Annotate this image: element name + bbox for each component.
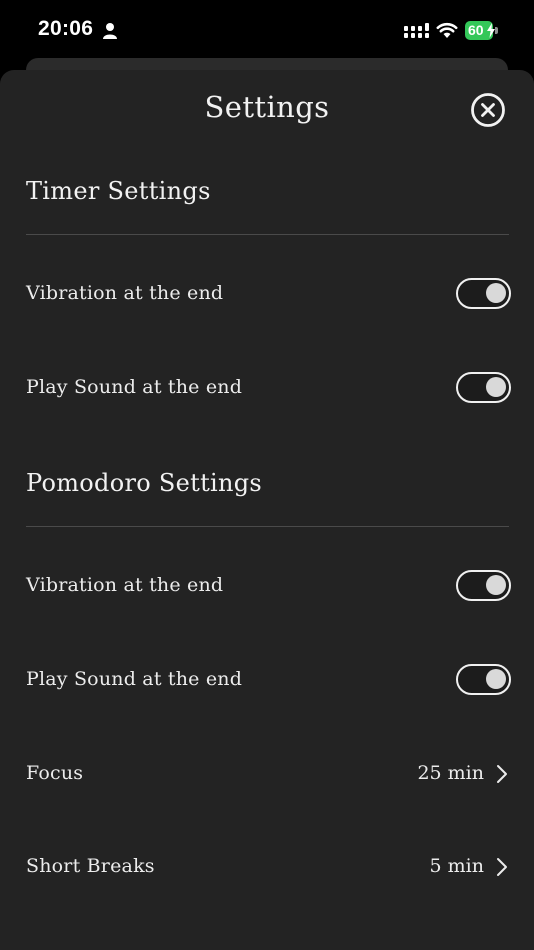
timer-sound-toggle[interactable]: [456, 372, 511, 403]
pomodoro-settings-header: Pomodoro Settings: [26, 469, 263, 497]
battery-tip: [495, 27, 498, 34]
close-circle-icon[interactable]: [470, 92, 506, 128]
row-label: Play Sound at the end: [26, 668, 243, 690]
signal-icon: [404, 23, 429, 38]
row-label: Play Sound at the end: [26, 376, 243, 398]
timer-settings-header: Timer Settings: [26, 177, 211, 205]
timer-vibration-toggle[interactable]: [456, 278, 511, 309]
pomodoro-sound-row: Play Sound at the end: [0, 650, 534, 710]
timer-sound-row: Play Sound at the end: [0, 358, 534, 418]
pomodoro-vibration-row: Vibration at the end: [0, 556, 534, 616]
sheet-title: Settings: [204, 90, 330, 124]
row-label: Vibration at the end: [26, 574, 224, 596]
chevron-right-icon: [497, 858, 507, 876]
pomodoro-vibration-toggle[interactable]: [456, 570, 511, 601]
toggle-knob: [486, 377, 506, 397]
toggle-knob: [486, 669, 506, 689]
pomodoro-sound-toggle[interactable]: [456, 664, 511, 695]
battery-charging-icon: 60: [465, 21, 498, 40]
focus-value: 25 min: [417, 762, 484, 784]
short-breaks-row[interactable]: Short Breaks 5 min: [0, 837, 534, 897]
chevron-right-icon: [497, 765, 507, 783]
toggle-knob: [486, 575, 506, 595]
status-time: 20:06: [38, 17, 94, 40]
wifi-icon: [436, 22, 458, 38]
row-label: Focus: [26, 762, 84, 784]
row-label: Vibration at the end: [26, 282, 224, 304]
status-bar: 20:06 60: [0, 0, 534, 60]
focus-row[interactable]: Focus 25 min: [0, 744, 534, 804]
divider: [26, 526, 509, 527]
divider: [26, 234, 509, 235]
timer-vibration-row: Vibration at the end: [0, 264, 534, 324]
toggle-knob: [486, 283, 506, 303]
short-breaks-value: 5 min: [429, 855, 484, 877]
person-icon: [103, 23, 117, 39]
settings-sheet: Settings Timer Settings Vibration at the…: [0, 70, 534, 950]
row-label: Short Breaks: [26, 855, 155, 877]
